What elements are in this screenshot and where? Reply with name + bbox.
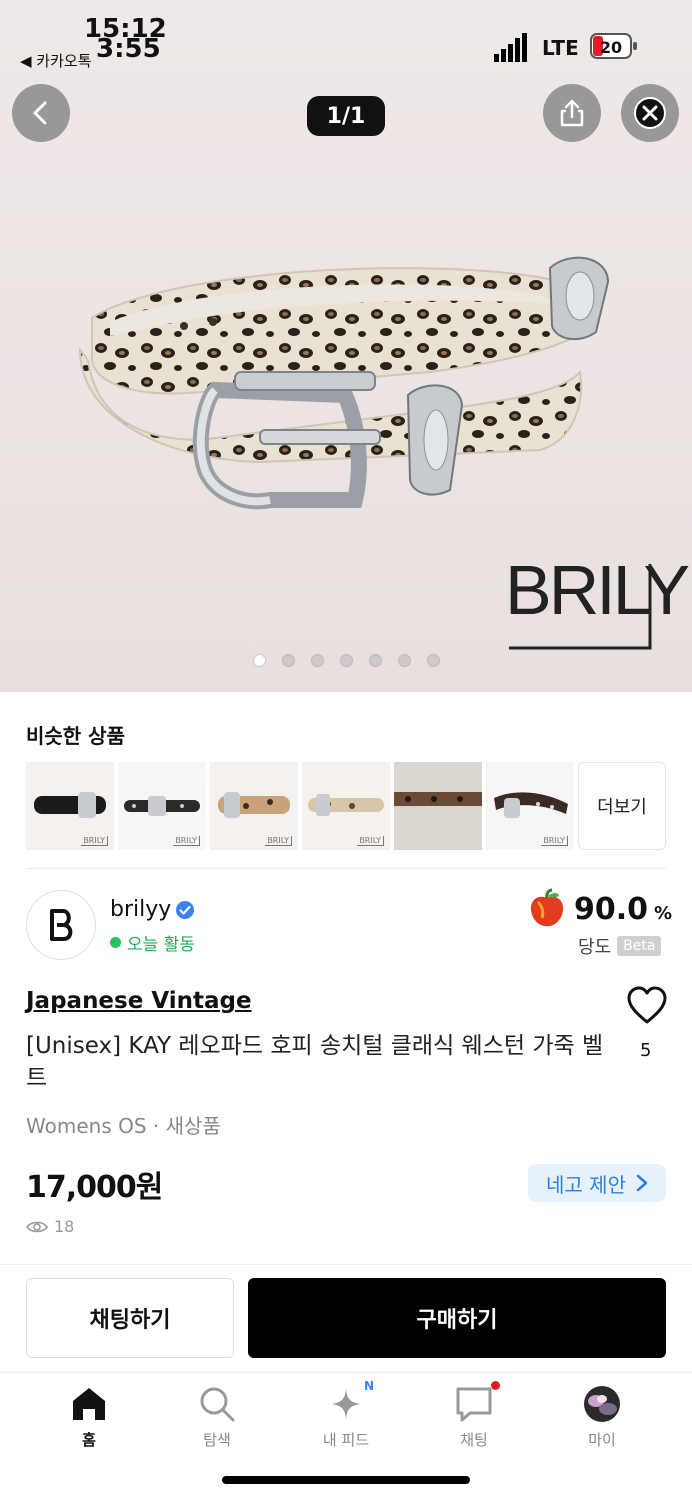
image-pagination [253, 654, 440, 668]
nav-my-label: 마이 [588, 1431, 616, 1449]
nav-feed[interactable]: N 내 피드 [306, 1379, 386, 1450]
profile-avatar-icon [584, 1386, 620, 1422]
network-type: LTE [542, 36, 579, 60]
nav-home[interactable]: 홈 [49, 1385, 129, 1450]
product-meta: Womens OS · 새상품 [26, 1114, 221, 1138]
nav-search-label: 탐색 [203, 1431, 231, 1449]
home-icon [73, 1388, 105, 1420]
share-icon [560, 99, 584, 127]
belt-thumbnail [394, 792, 482, 806]
active-dot-icon [110, 937, 121, 948]
product-image-viewer[interactable]: 15:12 3:55 ◀ 카카오톡 LTE 20 1/1 BRILY [0, 0, 692, 692]
chat-icon [456, 1387, 492, 1422]
activity-label: 오늘 활동 [127, 935, 195, 955]
buy-button[interactable]: 구매하기 [248, 1278, 666, 1358]
nav-my[interactable]: 마이 [562, 1385, 642, 1450]
divider [26, 868, 666, 869]
chat-button[interactable]: 채팅하기 [26, 1278, 234, 1358]
similar-product-thumb[interactable]: BRILY [118, 762, 206, 850]
status-bar: 15:12 3:55 ◀ 카카오톡 LTE 20 [0, 0, 692, 80]
beta-badge: Beta [617, 936, 662, 956]
nav-chat[interactable]: 채팅 [434, 1381, 514, 1450]
pagination-dot[interactable] [369, 654, 382, 667]
score-label: 당도 Beta [578, 933, 662, 959]
image-counter: 1/1 [307, 96, 385, 136]
chevron-right-icon [636, 1174, 648, 1192]
nav-search[interactable]: 탐색 [177, 1385, 257, 1450]
pagination-dot[interactable] [340, 654, 353, 667]
feed-sparkle-icon [332, 1389, 360, 1419]
view-count: 18 [26, 1217, 74, 1236]
similar-products-list: BRILY BRILY BRILY BRILY BRILY 더보기 [26, 762, 666, 850]
verified-badge-icon [176, 901, 194, 919]
status-time-overlay: 3:55 [96, 34, 161, 64]
seller-sweetness-score[interactable]: 90.0 % [526, 888, 672, 930]
seller-name[interactable]: brilyy [110, 897, 171, 922]
seller-logo-icon [50, 909, 73, 941]
similar-products-title: 비슷한 상품 [26, 724, 125, 748]
similar-product-thumb[interactable]: BRILY [486, 762, 574, 850]
pagination-dot[interactable] [282, 654, 295, 667]
score-label-text: 당도 [578, 937, 612, 958]
signal-icon [494, 33, 527, 62]
back-to-app-link[interactable]: ◀ 카카오톡 [20, 50, 92, 71]
nav-chat-label: 채팅 [460, 1431, 488, 1449]
brand-watermark-frame [509, 564, 652, 650]
product-price: 17,000원 [26, 1170, 163, 1205]
product-title: [Unisex] KAY 레오파드 호피 송치털 클래식 웨스턴 가죽 벨트 [26, 1033, 604, 1091]
similar-product-thumb[interactable]: BRILY [210, 762, 298, 850]
close-icon [634, 97, 666, 129]
svg-text:20: 20 [600, 38, 622, 57]
similar-product-thumb[interactable] [394, 762, 482, 850]
battery-icon: 20 [590, 33, 637, 59]
pagination-dot[interactable] [253, 654, 266, 667]
seller-avatar[interactable] [26, 890, 96, 960]
home-indicator [222, 1476, 470, 1484]
see-more-similar-button[interactable]: 더보기 [578, 762, 666, 850]
negotiate-label: 네고 제안 [546, 1172, 626, 1197]
shop-category-link[interactable]: Japanese Vintage [26, 988, 252, 1014]
search-icon [200, 1387, 235, 1422]
share-button[interactable] [543, 84, 601, 142]
close-viewer-button[interactable] [621, 84, 679, 142]
new-badge: N [364, 1379, 375, 1393]
back-button[interactable] [12, 84, 70, 142]
view-count-value: 18 [54, 1217, 75, 1236]
score-unit: % [654, 902, 673, 924]
similar-product-thumb[interactable]: BRILY [26, 762, 114, 850]
seller-activity-status: 오늘 활동 [110, 930, 195, 955]
score-value: 90.0 [574, 891, 649, 927]
negotiate-button[interactable]: 네고 제안 [528, 1164, 666, 1202]
eye-icon [26, 1221, 48, 1232]
similar-product-thumb[interactable]: BRILY [302, 762, 390, 850]
notification-dot [491, 1381, 500, 1390]
like-heart-icon[interactable] [626, 986, 668, 1026]
nav-home-label: 홈 [82, 1431, 96, 1449]
nav-feed-label: 내 피드 [322, 1431, 370, 1449]
back-arrow-icon [33, 101, 47, 125]
like-count: 5 [640, 1040, 652, 1061]
pagination-dot[interactable] [311, 654, 324, 667]
pagination-dot[interactable] [427, 654, 440, 667]
fruit-icon [530, 888, 564, 927]
pagination-dot[interactable] [398, 654, 411, 667]
